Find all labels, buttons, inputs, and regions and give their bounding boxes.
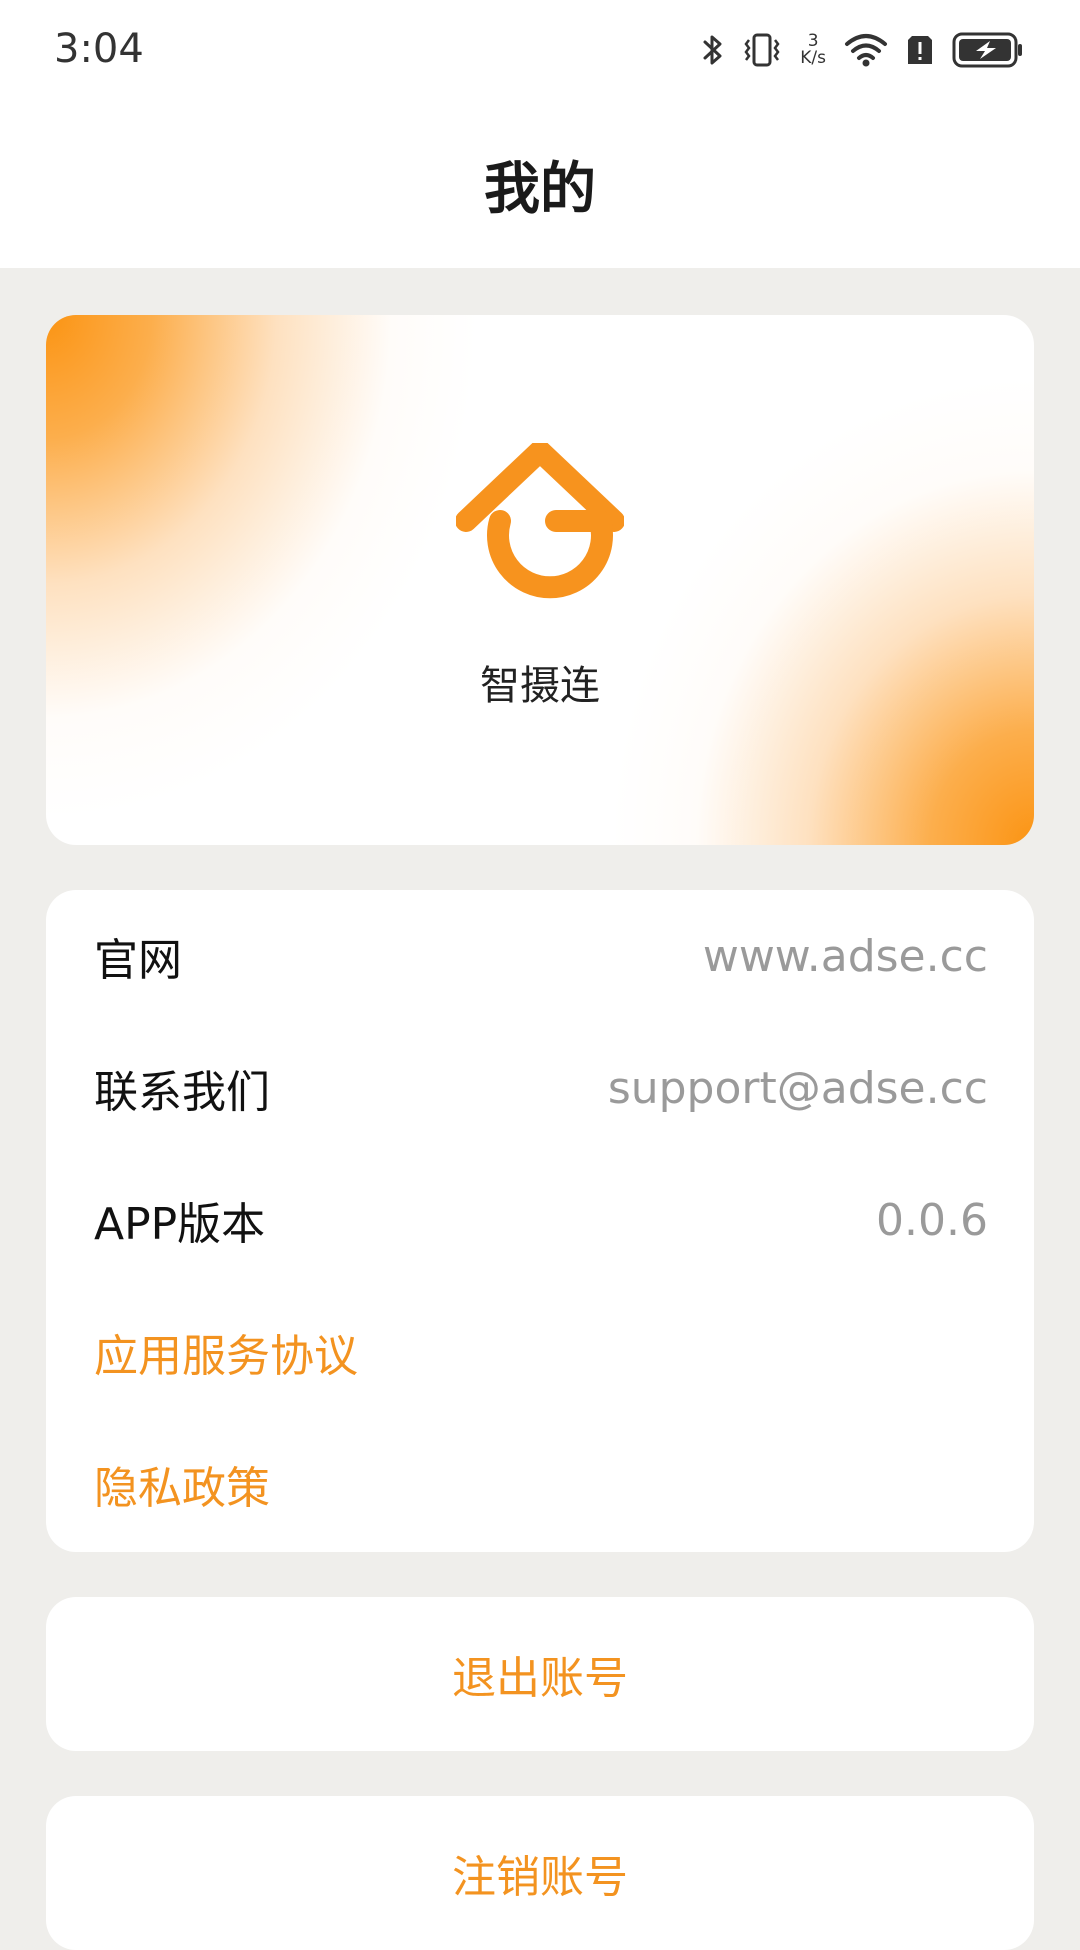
network-speed-unit: K/s <box>800 48 826 68</box>
app-name: 智摄连 <box>480 663 600 709</box>
contact-value[interactable]: support@adse.cc <box>608 1063 988 1114</box>
page-title: 我的 <box>484 157 596 222</box>
contact-row[interactable]: 联系我们 support@adse.cc <box>94 1022 988 1154</box>
website-row[interactable]: 官网 www.adse.cc <box>94 890 988 1022</box>
app-logo-icon <box>455 440 625 615</box>
wifi-icon <box>844 32 888 68</box>
network-speed: 3 K/s <box>800 33 826 67</box>
app-version-label: APP版本 <box>94 1199 266 1250</box>
deregister-account-label: 注销账号 <box>452 1852 628 1903</box>
app-version-value: 0.0.6 <box>876 1194 988 1246</box>
contact-label: 联系我们 <box>94 1067 270 1118</box>
battery-charging-icon <box>952 30 1024 70</box>
logout-label: 退出账号 <box>452 1653 628 1704</box>
privacy-policy-link[interactable]: 隐私政策 <box>94 1418 988 1550</box>
service-agreement-link[interactable]: 应用服务协议 <box>94 1286 988 1418</box>
top-bar: 我的 <box>0 100 1080 268</box>
status-icons: 3 K/s <box>702 28 1024 72</box>
info-card: 官网 www.adse.cc 联系我们 support@adse.cc APP版… <box>46 890 1034 1552</box>
website-value[interactable]: www.adse.cc <box>703 931 988 982</box>
alert-icon <box>906 32 934 68</box>
bluetooth-icon <box>702 32 724 68</box>
status-bar: 3:04 3 K/s <box>0 0 1080 100</box>
app-version-row: APP版本 0.0.6 <box>94 1154 988 1286</box>
vibrate-icon <box>742 32 782 68</box>
privacy-policy-label[interactable]: 隐私政策 <box>94 1452 270 1516</box>
app-info-banner: 智摄连 <box>46 315 1034 845</box>
website-label: 官网 <box>94 935 182 986</box>
status-time: 3:04 <box>54 26 144 72</box>
service-agreement-label[interactable]: 应用服务协议 <box>94 1320 358 1384</box>
logout-button[interactable]: 退出账号 <box>46 1597 1034 1751</box>
deregister-account-button[interactable]: 注销账号 <box>46 1796 1034 1950</box>
